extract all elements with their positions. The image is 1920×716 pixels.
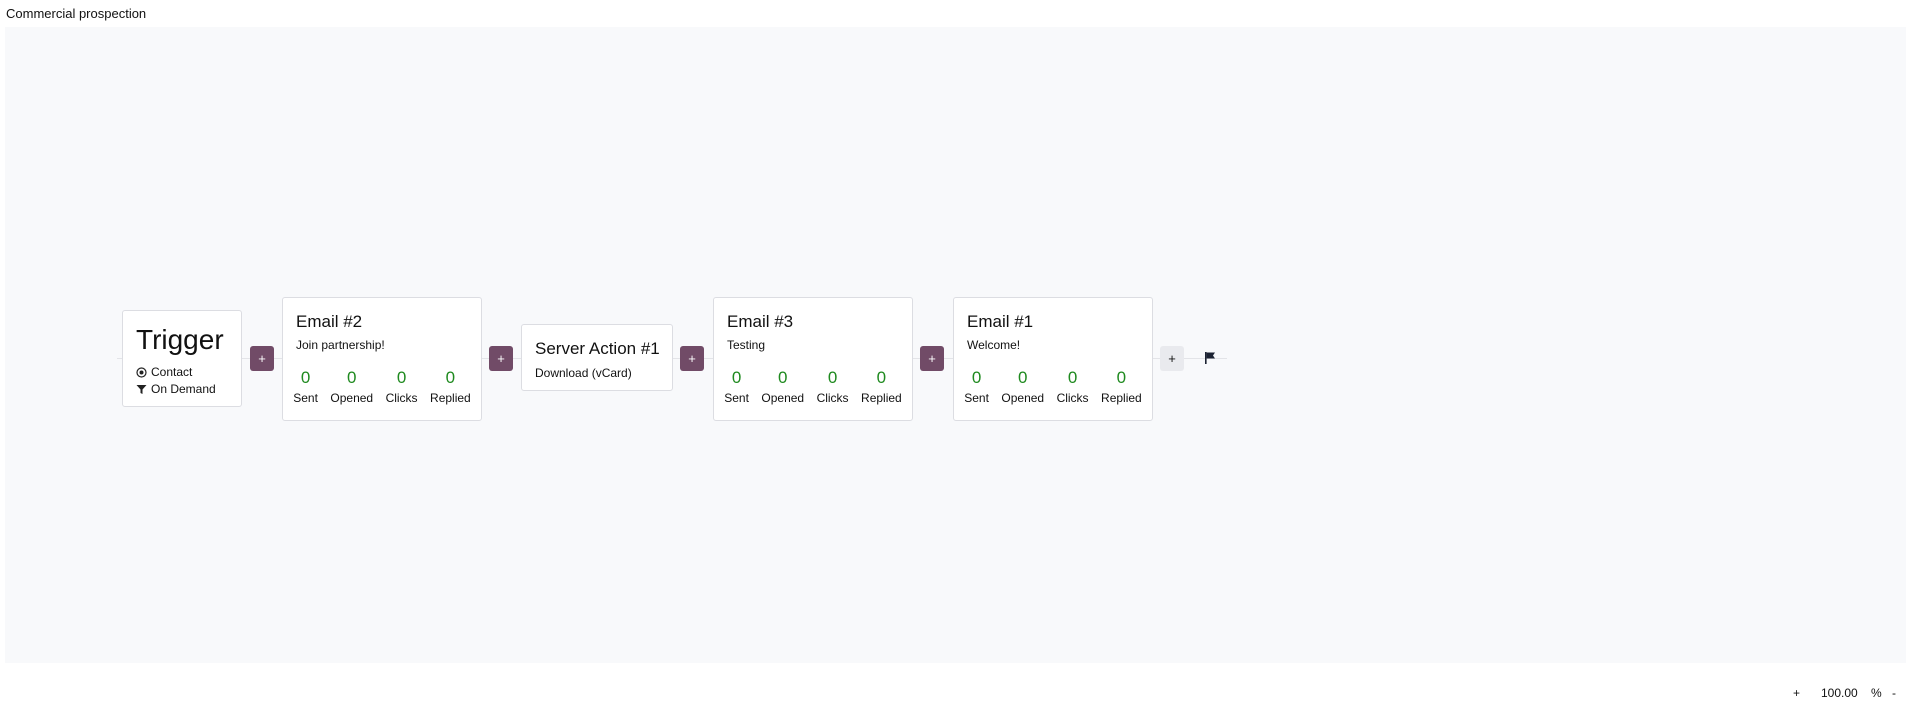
node-subtitle: Welcome! <box>967 338 1021 352</box>
stat-clicks: 0 Clicks <box>386 368 418 405</box>
stat-sent: 0 Sent <box>964 368 989 405</box>
node-title: Email #2 <box>296 312 363 331</box>
stat-label: Replied <box>861 391 902 405</box>
zoom-out-button[interactable]: - <box>1892 686 1896 700</box>
add-step-button[interactable]: + <box>920 346 944 371</box>
add-step-button[interactable]: + <box>250 346 274 371</box>
workflow-chain: Trigger Contact On Demand + Email #2 Joi… <box>117 293 1227 423</box>
trigger-mode: On Demand <box>151 382 216 396</box>
stat-value: 0 <box>347 368 357 387</box>
stat-label: Clicks <box>816 391 849 405</box>
stat-label: Sent <box>964 391 989 405</box>
stat-label: Replied <box>430 391 471 405</box>
stat-value: 0 <box>1067 368 1078 387</box>
stat-label: Sent <box>724 391 749 405</box>
node-title: Email #3 <box>727 312 794 331</box>
zoom-in-button[interactable]: + <box>1793 686 1800 700</box>
stat-label: Opened <box>761 391 805 405</box>
workflow-canvas[interactable]: Trigger Contact On Demand + Email #2 Joi… <box>5 27 1906 663</box>
email-stats: 0 Sent 0 Opened 0 Clicks 0 Replied <box>283 368 481 405</box>
server-action-node[interactable]: Server Action #1 Download (vCard) <box>521 324 673 391</box>
zoom-level: 100.00 <box>1821 686 1858 700</box>
trigger-node[interactable]: Trigger Contact On Demand <box>122 310 242 407</box>
email-node[interactable]: Email #1 Welcome! 0 Sent 0 Opened 0 Clicks … <box>953 297 1153 421</box>
trigger-title: Trigger <box>136 324 224 355</box>
stat-value: 0 <box>1018 368 1028 387</box>
stat-label: Replied <box>1101 391 1142 405</box>
target-icon <box>136 366 147 378</box>
flag-icon <box>1203 351 1217 365</box>
add-step-button[interactable]: + <box>489 346 513 371</box>
stat-label: Sent <box>293 391 318 405</box>
stat-clicks: 0 Clicks <box>1057 368 1089 405</box>
stat-replied: 0 Replied <box>430 368 471 405</box>
node-title: Email #1 <box>967 312 1034 331</box>
node-title: Server Action #1 <box>535 339 660 358</box>
stat-label: Clicks <box>385 391 418 405</box>
stat-opened: 0 Opened <box>330 368 373 405</box>
page-title: Commercial prospection <box>6 6 147 21</box>
stat-value: 0 <box>445 368 456 387</box>
stat-label: Clicks <box>1056 391 1089 405</box>
add-final-step-button[interactable]: + <box>1160 346 1184 371</box>
filter-icon <box>136 384 147 395</box>
stat-value: 0 <box>778 368 788 387</box>
stat-replied: 0 Replied <box>861 368 902 405</box>
stat-clicks: 0 Clicks <box>817 368 849 405</box>
node-subtitle: Download (vCard) <box>535 366 632 380</box>
stat-label: Opened <box>1001 391 1045 405</box>
stat-value: 0 <box>396 368 407 387</box>
trigger-model-row: Contact <box>136 365 192 379</box>
email-node[interactable]: Email #3 Testing 0 Sent 0 Opened 0 Clicks 0… <box>713 297 913 421</box>
stat-value: 0 <box>876 368 887 387</box>
stat-opened: 0 Opened <box>1001 368 1044 405</box>
stat-sent: 0 Sent <box>724 368 749 405</box>
stat-sent: 0 Sent <box>293 368 318 405</box>
stat-value: 0 <box>731 368 742 387</box>
stat-replied: 0 Replied <box>1101 368 1142 405</box>
email-stats: 0 Sent 0 Opened 0 Clicks 0 Replied <box>714 368 912 405</box>
email-node[interactable]: Email #2 Join partnership! 0 Sent 0 Opened… <box>282 297 482 421</box>
stat-value: 0 <box>1116 368 1127 387</box>
add-step-button[interactable]: + <box>680 346 704 371</box>
stat-value: 0 <box>971 368 982 387</box>
stat-opened: 0 Opened <box>761 368 804 405</box>
email-stats: 0 Sent 0 Opened 0 Clicks 0 Replied <box>954 368 1152 405</box>
stat-value: 0 <box>300 368 311 387</box>
trigger-mode-row: On Demand <box>136 382 216 396</box>
zoom-unit: % <box>1871 686 1882 700</box>
node-subtitle: Join partnership! <box>296 338 385 352</box>
node-subtitle: Testing <box>727 338 766 352</box>
stat-value: 0 <box>827 368 838 387</box>
trigger-model: Contact <box>151 365 193 379</box>
stat-label: Opened <box>330 391 374 405</box>
